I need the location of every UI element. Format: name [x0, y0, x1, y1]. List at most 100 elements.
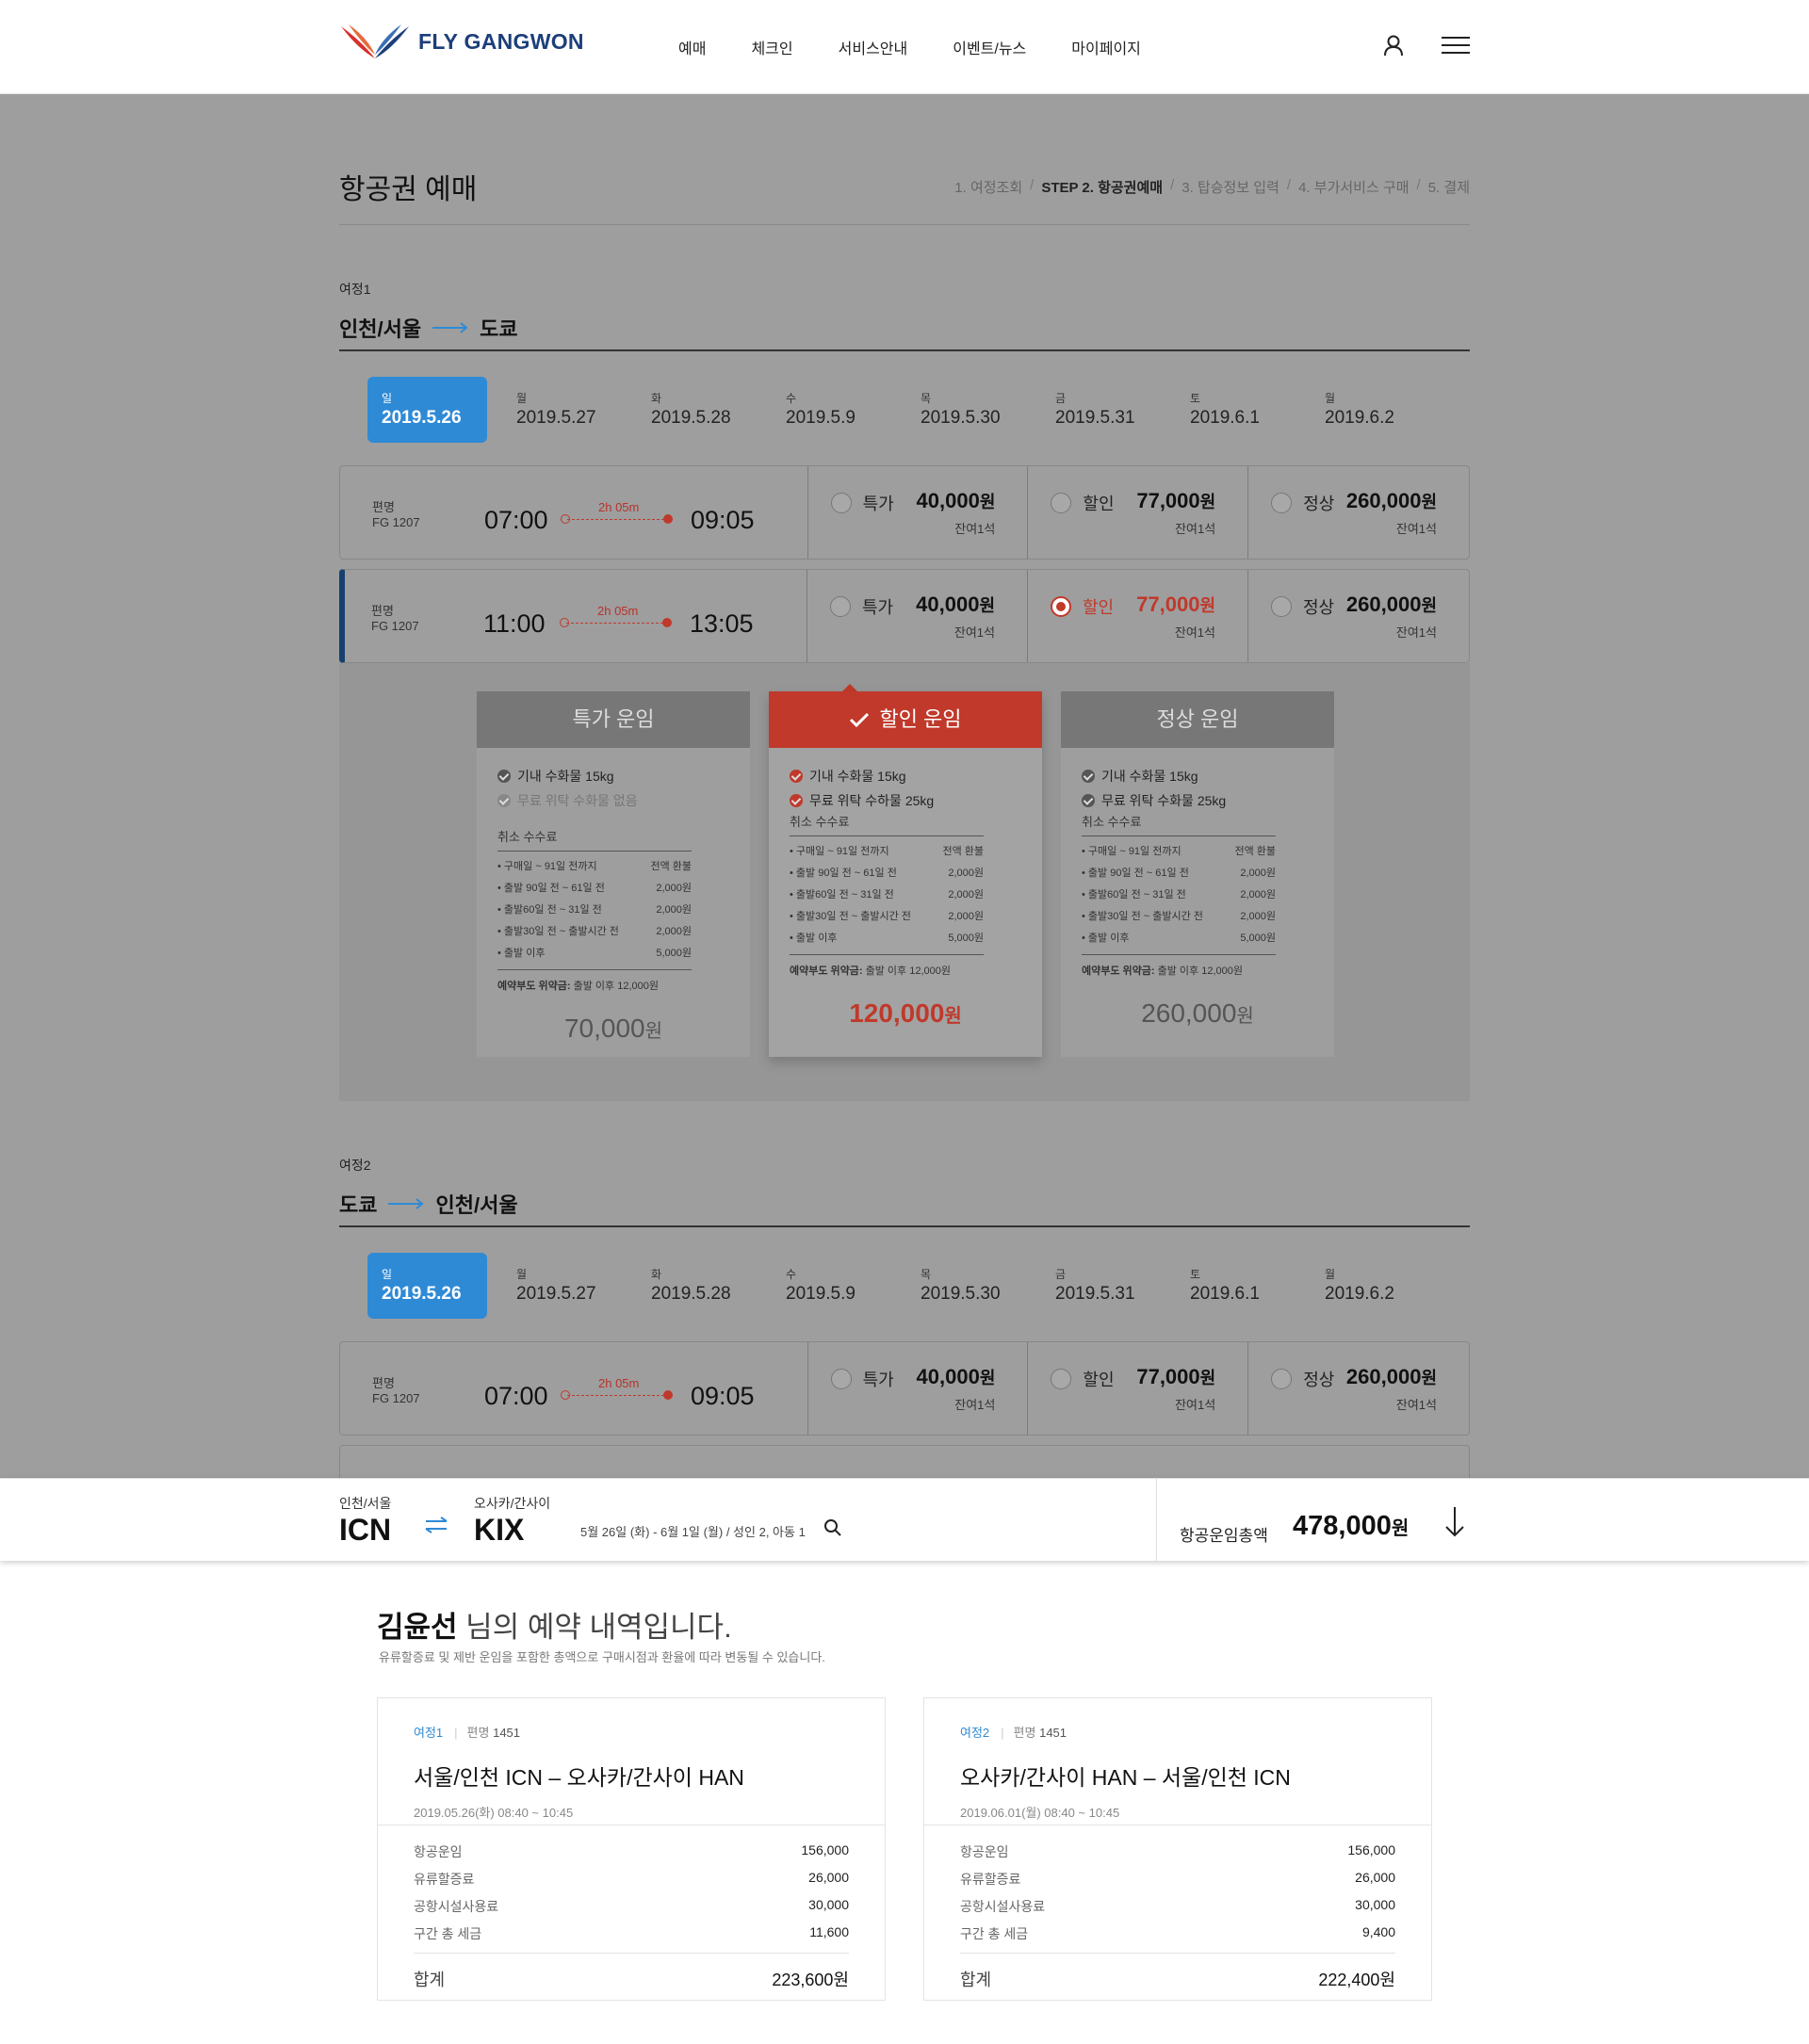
arrow-right-icon: [388, 1198, 425, 1209]
reservation-title-text: 님의 예약 내역입니다.: [457, 1611, 732, 1644]
fare-option-normal[interactable]: 정상 260,000원 잔여1석: [1248, 570, 1469, 662]
check-icon: [850, 712, 870, 728]
destination-airport: 오사카/간사이 KIX: [474, 1494, 550, 1548]
date-dow: 토: [1190, 392, 1201, 405]
date-tab[interactable]: 목 2019.5.30: [906, 1253, 1041, 1319]
reservation-note: 유류할증료 및 제반 운임을 포함한 총액으로 구매시점과 환율에 따라 변동될…: [379, 1650, 825, 1664]
date-tab[interactable]: 토 2019.6.1: [1176, 1253, 1311, 1319]
fare-seats: 잔여1석: [953, 625, 995, 640]
date-tab[interactable]: 금 2019.5.31: [1041, 377, 1176, 443]
flight-row-partial[interactable]: [339, 1445, 1470, 1479]
fare-radio[interactable]: [1271, 1369, 1293, 1389]
fare-radio[interactable]: [1051, 493, 1072, 513]
page-title: 항공권 예매: [339, 174, 478, 205]
flight-number-label: 편명: [372, 500, 395, 514]
flight-row[interactable]: 편명 FG 1207 07:00 2h 05m 09:05 특가 40,000원 잔여…: [339, 1341, 1470, 1436]
fare-card-amount: 70,000원: [477, 1014, 750, 1044]
cancel-fee-period: 출발30일 전 ~ 출발시간 전: [790, 908, 911, 923]
fare-card-normal[interactable]: 정상 운임 기내 수화물 15kg 무료 위탁 수화물 25kg 취소 수수료 …: [1061, 691, 1334, 1057]
arrow-down-icon[interactable]: [1444, 1507, 1465, 1537]
fare-card-discount-selected[interactable]: 할인 운임 기내 수화물 15kg 무료 위탁 수하물 25kg 취소 수수료 …: [769, 691, 1042, 1057]
price-label: 공항시설사용료: [960, 1899, 1046, 1914]
fare-option-special[interactable]: 특가 40,000원 잔여1석: [807, 570, 1028, 662]
cancel-fee-amount: 2,000원: [1240, 889, 1276, 900]
date-tab-selected[interactable]: 일 2019.5.26: [367, 1253, 487, 1319]
reservation-card: 여정2 | 편명 1451 오사카/간사이 HAN – 서울/인천 ICN 2019…: [923, 1697, 1432, 2001]
fare-radio-checked[interactable]: [1051, 596, 1071, 617]
fare-option-discount[interactable]: 할인 77,000원 잔여1석: [1028, 1342, 1249, 1435]
flight-label: 편명: [466, 1726, 490, 1740]
user-icon[interactable]: [1383, 34, 1404, 57]
fare-radio[interactable]: [830, 596, 851, 617]
fare-option-normal[interactable]: 정상 260,000원 잔여1석: [1248, 466, 1469, 559]
fare-feature-text: 기내 수화물 15kg: [517, 769, 614, 784]
fare-option-normal[interactable]: 정상 260,000원 잔여1석: [1248, 1342, 1469, 1435]
flight-row[interactable]: 편명 FG 1207 07:00 2h 05m 09:05 특가 40,000원 잔여…: [339, 465, 1470, 560]
cancel-fee-period: 구매일 ~ 91일 전까지: [1082, 843, 1182, 858]
cancel-fee-period: 출발60일 전 ~ 31일 전: [1082, 886, 1186, 901]
fare-radio[interactable]: [1051, 1369, 1072, 1389]
price-label: 공항시설사용료: [414, 1899, 499, 1914]
fare-option-discount[interactable]: 할인 77,000원 잔여1석: [1028, 466, 1249, 559]
cancel-fee-amount: 전액 환불: [650, 861, 692, 872]
fare-seats: 잔여1석: [1395, 522, 1437, 536]
date-tab[interactable]: 목 2019.5.30: [906, 377, 1041, 443]
date-tab[interactable]: 월 2019.5.27: [502, 1253, 637, 1319]
date-value: 2019.5.9: [786, 408, 856, 428]
fare-radio[interactable]: [1271, 493, 1293, 513]
date-tab[interactable]: 수 2019.5.9: [772, 377, 906, 443]
swap-icon[interactable]: [424, 1517, 448, 1533]
arrival-dot: [663, 514, 673, 524]
search-icon[interactable]: [823, 1518, 842, 1537]
flight-number: 편명 FG 1207: [372, 1376, 420, 1406]
cancel-fee-amount: 2,000원: [1240, 911, 1276, 922]
date-tab[interactable]: 월 2019.6.2: [1311, 377, 1445, 443]
step-4: 4. 부가서비스 구매: [1298, 180, 1410, 196]
fare-radio[interactable]: [830, 1369, 852, 1389]
penalty-text: 출발 이후 12,000원: [573, 981, 659, 992]
fare-radio[interactable]: [1271, 596, 1292, 617]
nav-item-mypage[interactable]: 마이페이지: [1071, 36, 1141, 58]
cancel-fee-row: 출발 이후 5,000원: [497, 945, 692, 960]
date-value: 2019.6.1: [1190, 408, 1260, 428]
nav-item-booking[interactable]: 예매: [678, 36, 706, 58]
date-tab[interactable]: 월 2019.6.2: [1311, 1253, 1445, 1319]
date-tab[interactable]: 화 2019.5.28: [637, 377, 772, 443]
fare-card-special[interactable]: 특가 운임 기내 수화물 15kg 무료 위탁 수화물 없음 취소 수수료 구매…: [477, 691, 750, 1057]
fare-price-value: 40,000: [916, 1365, 980, 1388]
nav-item-checkin[interactable]: 체크인: [751, 36, 792, 58]
date-value: 2019.5.26: [382, 408, 462, 428]
date-tab[interactable]: 월 2019.5.27: [502, 377, 637, 443]
check-icon: [790, 770, 803, 783]
date-tab[interactable]: 금 2019.5.31: [1041, 1253, 1176, 1319]
fare-option-special[interactable]: 특가 40,000원 잔여1석: [808, 1342, 1029, 1435]
cancel-fee-amount: 5,000원: [948, 933, 984, 944]
date-tab[interactable]: 토 2019.6.1: [1176, 377, 1311, 443]
date-dow: 화: [651, 1268, 662, 1281]
flight-info: 편명 FG 1207 07:00 2h 05m 09:05: [340, 1342, 808, 1435]
fare-type: 정상: [1303, 495, 1335, 513]
fare-radio[interactable]: [830, 493, 852, 513]
flight-row-selected[interactable]: 편명 FG 1207 11:00 2h 05m 13:05 특가 40,000원 잔여…: [339, 569, 1470, 663]
penalty-label: 예약부도 위약금:: [790, 965, 863, 977]
reservation-time: 2019.05.26(화) 08:40 ~ 10:45: [414, 1806, 574, 1820]
cancel-fee-row: 출발 이후 5,000원: [1082, 930, 1276, 945]
nav-item-service[interactable]: 서비스안내: [839, 36, 908, 58]
fare-option-discount-selected[interactable]: 할인 77,000원 잔여1석: [1028, 570, 1248, 662]
date-tab[interactable]: 화 2019.5.28: [637, 1253, 772, 1319]
fare-option-special[interactable]: 특가 40,000원 잔여1석: [808, 466, 1029, 559]
price-value: 156,000: [801, 1842, 849, 1857]
x-circle-icon: [497, 794, 511, 807]
cancel-fee-row: 구매일 ~ 91일 전까지 전액 환불: [790, 843, 984, 858]
logo[interactable]: FLY GANGWON: [339, 21, 584, 62]
date-dow: 목: [921, 392, 932, 405]
date-tab-selected[interactable]: 일 2019.5.26: [367, 377, 487, 443]
flight-path-line: [567, 1395, 664, 1396]
menu-icon[interactable]: [1442, 36, 1470, 55]
fare-card-amount-value: 260,000: [1141, 998, 1237, 1028]
date-tab[interactable]: 수 2019.5.9: [772, 1253, 906, 1319]
nav-item-event[interactable]: 이벤트/뉴스: [953, 36, 1026, 58]
date-value: 2019.5.28: [651, 1284, 731, 1304]
fare-type: 정상: [1303, 1371, 1335, 1389]
flight-info: 편명 FG 1207 07:00 2h 05m 09:05: [340, 466, 808, 559]
